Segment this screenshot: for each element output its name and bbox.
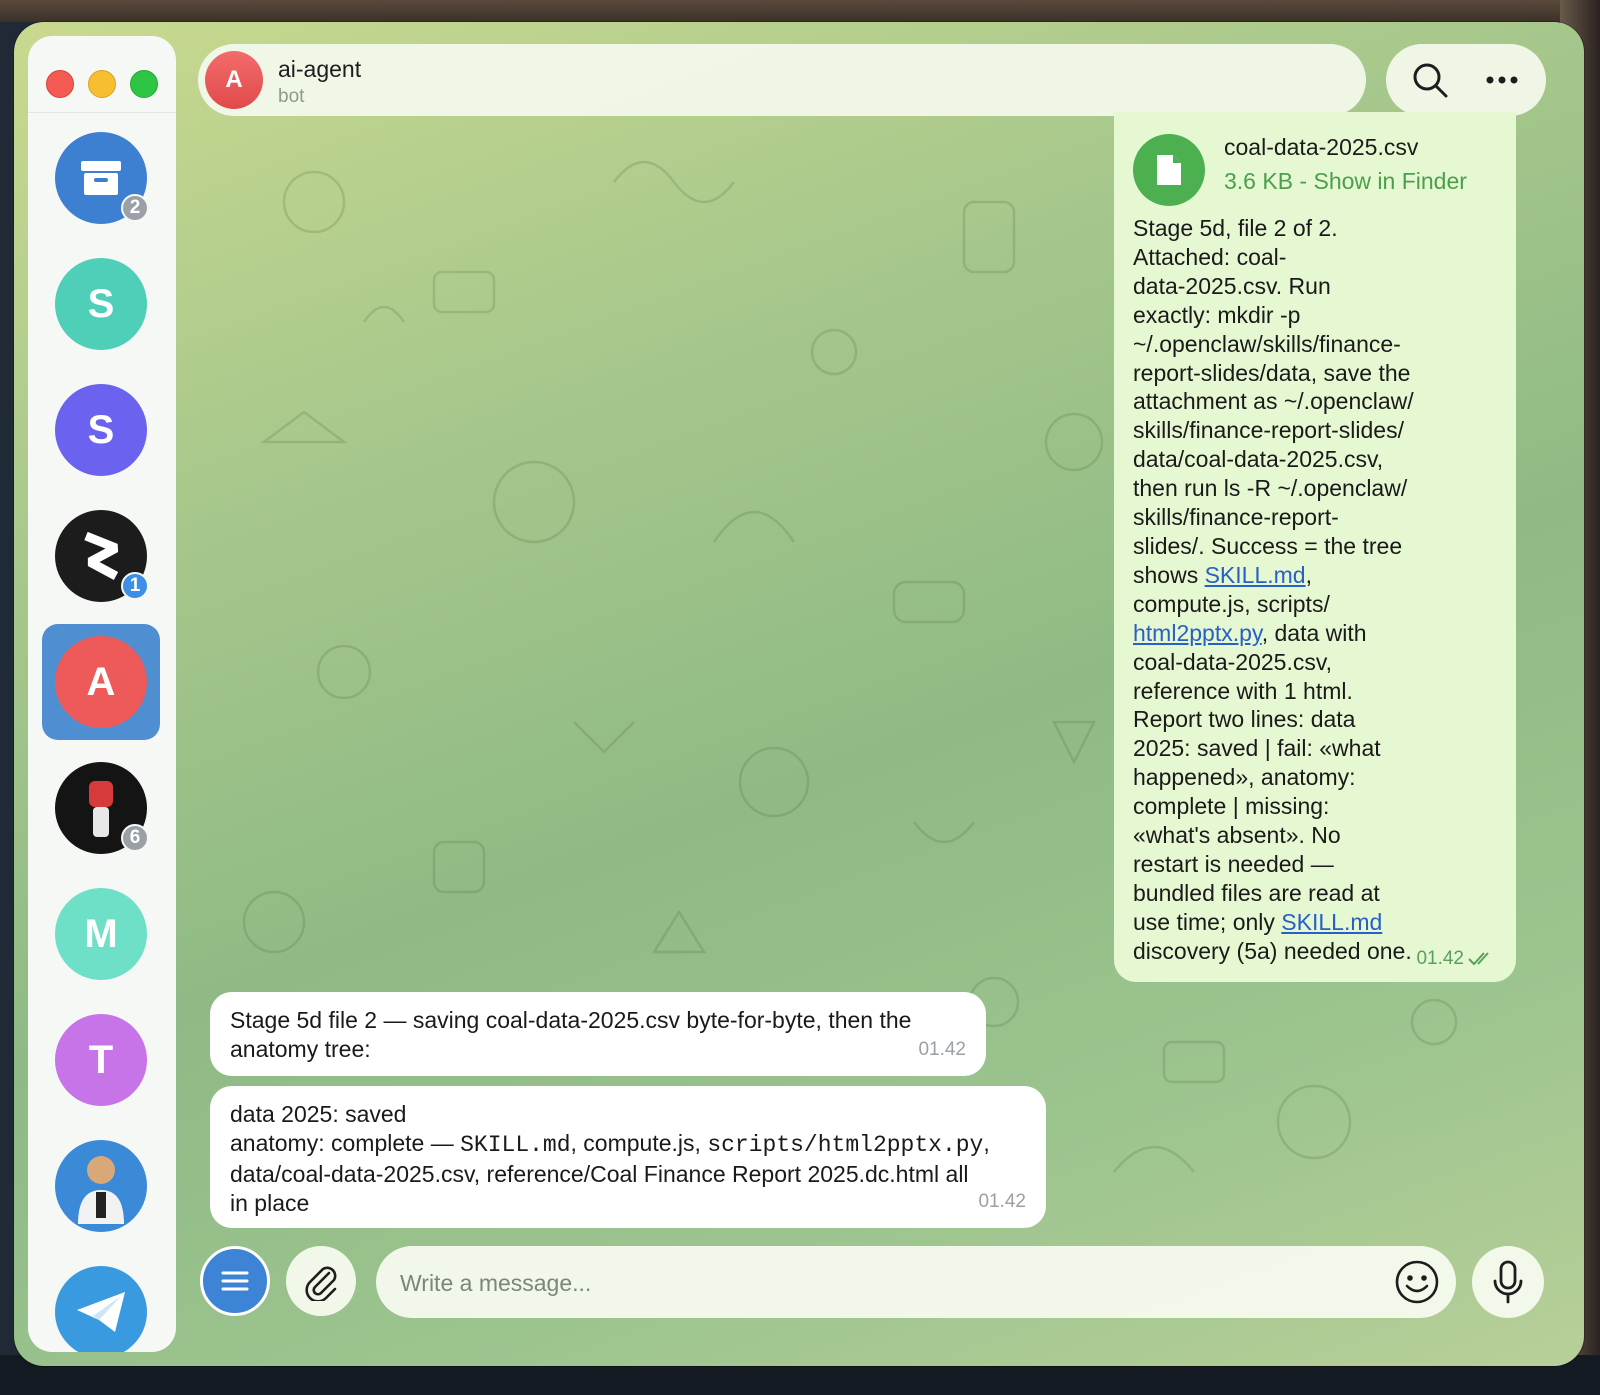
paper-plane-icon <box>77 1292 125 1332</box>
close-window-button[interactable] <box>46 70 74 98</box>
chat-header[interactable]: A ai-agent bot <box>198 44 1366 116</box>
skill-md-link[interactable]: SKILL.md <box>1205 562 1306 588</box>
sidebar-chat-m-chat[interactable]: M <box>42 876 160 992</box>
message-text-segment: discovery (5a) needed one. <box>1133 937 1412 964</box>
menu-icon <box>221 1271 249 1291</box>
sidebar-chat-ai-agent[interactable]: A <box>42 624 160 740</box>
time-label: 01.42 <box>1416 948 1464 969</box>
sidebar-chat-archive[interactable]: 2 <box>42 120 160 236</box>
file-attachment-button[interactable] <box>1133 134 1205 206</box>
document-icon <box>1157 155 1181 185</box>
s-logo-icon <box>84 531 119 580</box>
chat-avatar <box>55 1266 147 1352</box>
incoming-message-bubble[interactable]: Stage 5d file 2 — saving coal-data-2025.… <box>210 992 986 1076</box>
message-input[interactable] <box>398 1246 1362 1320</box>
file-size: 3.6 KB <box>1224 168 1294 194</box>
unread-badge: 6 <box>121 824 149 852</box>
more-icon <box>1486 76 1518 84</box>
message-time: 01.42 <box>978 1191 1026 1212</box>
incoming-message-text: Stage 5d file 2 — saving coal-data-2025.… <box>230 1007 912 1062</box>
search-icon <box>1413 63 1448 98</box>
skill-md-link[interactable]: SKILL.md <box>1281 909 1382 935</box>
code-segment: SKILL.md <box>460 1132 571 1158</box>
file-meta: 3.6 KB - Show in Finder <box>1224 168 1467 194</box>
chat-avatar: 2 <box>55 132 149 224</box>
incoming-message-text: data 2025: saved anatomy: complete — SKI… <box>230 1100 1026 1218</box>
message-text-segment: , compute.js, <box>570 1130 708 1156</box>
chat-avatar: 1 <box>55 510 149 602</box>
message-composer <box>376 1246 1456 1320</box>
desktop-background-top <box>0 0 1600 22</box>
header-actions <box>1386 44 1546 116</box>
emoji-button[interactable] <box>1392 1257 1442 1307</box>
sidebar-chat-fist-group[interactable]: 6 <box>42 750 160 866</box>
chat-avatar: A <box>55 636 147 728</box>
unread-badge: 2 <box>121 194 149 222</box>
paperclip-icon <box>305 1266 337 1301</box>
chat-avatar[interactable]: A <box>205 51 263 109</box>
sidebar-chat-s-teal[interactable]: S <box>42 246 160 362</box>
zoom-window-button[interactable] <box>130 70 158 98</box>
message-text-segment: , data with coal-data-2025.csv, referenc… <box>1133 619 1381 935</box>
html2pptx-link[interactable]: html2pptx.py <box>1133 620 1262 646</box>
incoming-message-bubble[interactable]: data 2025: saved anatomy: complete — SKI… <box>210 1086 1046 1228</box>
more-options-button[interactable] <box>1466 44 1538 116</box>
minimize-window-button[interactable] <box>88 70 116 98</box>
code-segment: scripts/html2pptx.py <box>707 1132 984 1158</box>
chat-avatar: 6 <box>55 762 149 854</box>
chat-avatar: S <box>55 384 147 476</box>
search-button[interactable] <box>1394 44 1466 116</box>
chat-avatar: M <box>55 888 147 980</box>
sidebar-chat-telegram[interactable] <box>42 1254 160 1352</box>
emoji-icon <box>1395 1260 1439 1304</box>
sidebar-chat-t-chat[interactable]: T <box>42 1002 160 1118</box>
sidebar-chat-s-purple[interactable]: S <box>42 372 160 488</box>
chat-avatar: T <box>55 1014 147 1106</box>
show-in-finder-link[interactable]: Show in Finder <box>1314 168 1467 194</box>
archive-icon <box>81 161 121 195</box>
message-text-segment: data 2025: saved anatomy: complete — <box>230 1101 454 1156</box>
sidebar-chat-person-chat[interactable] <box>42 1128 160 1244</box>
message-text-segment: Stage 5d, file 2 of 2. Attached: coal- d… <box>1133 215 1414 588</box>
chat-title: ai-agent <box>278 56 362 82</box>
microphone-icon <box>1493 1260 1523 1304</box>
telegram-window: 2 SS 1 A 6 MT A ai-agent bot coal-data-2025.c… <box>14 22 1584 1366</box>
bot-menu-button[interactable] <box>200 1246 270 1316</box>
read-checkmarks-icon <box>1468 952 1489 966</box>
sidebar-divider <box>28 112 176 113</box>
message-time: 01.42 <box>918 1039 966 1060</box>
chat-status: bot <box>278 86 305 107</box>
chat-list-sidebar: 2 SS 1 A 6 MT <box>28 36 176 1352</box>
file-name: coal-data-2025.csv <box>1224 134 1419 160</box>
outgoing-message-text: Stage 5d, file 2 of 2. Attached: coal- d… <box>1133 214 1513 966</box>
outgoing-message-bubble[interactable]: coal-data-2025.csv 3.6 KB - Show in Find… <box>1114 112 1516 982</box>
chat-avatar <box>55 1140 147 1232</box>
unread-badge: 1 <box>121 572 149 600</box>
chat-avatar: S <box>55 258 147 350</box>
message-time: 01.42 <box>1416 948 1496 970</box>
sidebar-chat-logo-dark[interactable]: 1 <box>42 498 160 614</box>
person-icon <box>78 1156 124 1224</box>
attach-button[interactable] <box>286 1246 356 1316</box>
voice-message-button[interactable] <box>1472 1246 1544 1318</box>
